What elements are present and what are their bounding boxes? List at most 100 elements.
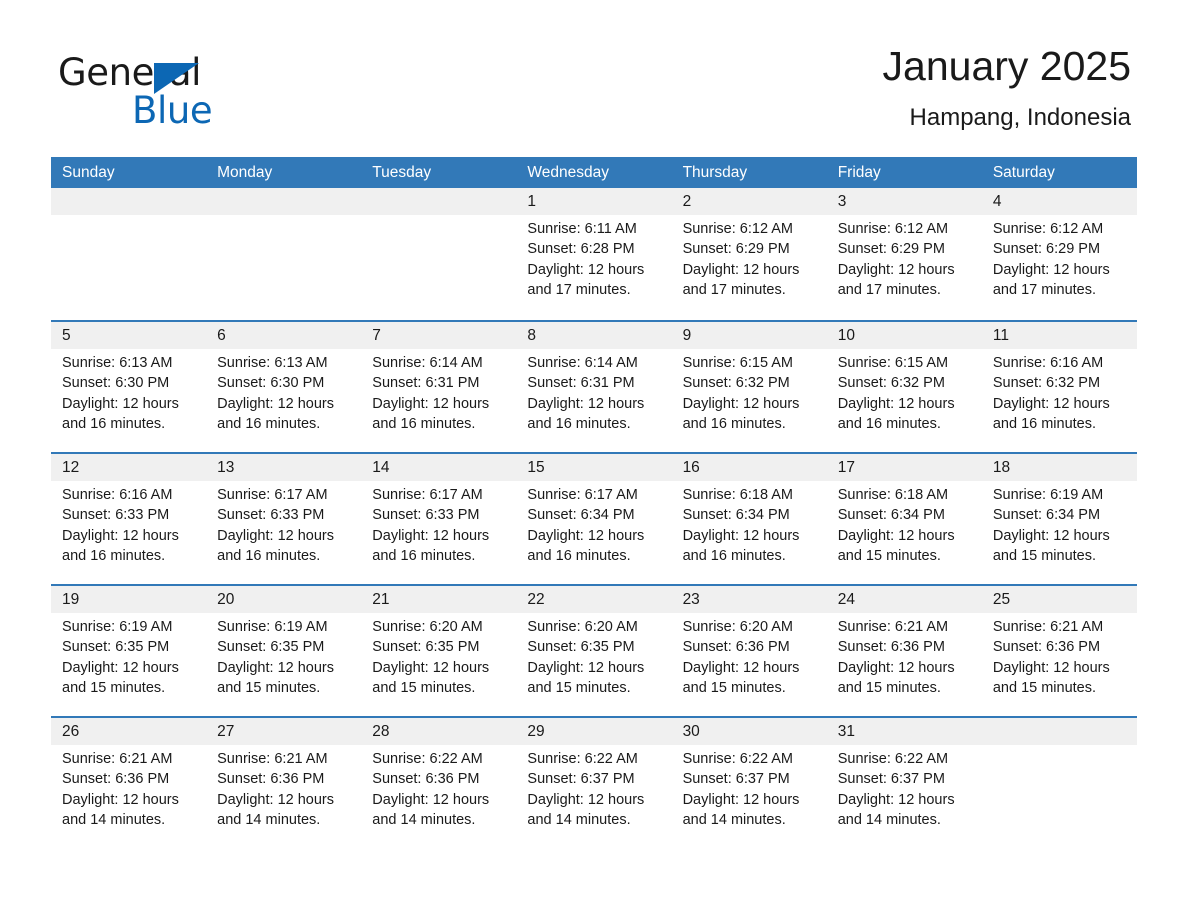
day-number: 1 (527, 193, 537, 210)
day-sun-info: Sunrise: 6:16 AM Sunset: 6:33 PM Dayligh… (62, 487, 179, 564)
day-sun-info: Sunrise: 6:18 AM Sunset: 6:34 PM Dayligh… (682, 487, 800, 564)
calendar-day-cell[interactable]: 23 Sunrise: 6:20 AM Sunset: 6:36 PM Dayli… (672, 586, 827, 716)
calendar-day-cell[interactable]: 2 Sunrise: 6:12 AM Sunset: 6:29 PM Daylig… (672, 188, 827, 320)
day-sun-info: Sunrise: 6:22 AM Sunset: 6:37 PM Dayligh… (682, 751, 800, 828)
day-number: 24 (837, 591, 855, 608)
day-number: 2 (682, 193, 692, 210)
weekday-header-thursday: Thursday (682, 164, 748, 181)
day-sun-info: Sunrise: 6:15 AM Sunset: 6:32 PM Dayligh… (837, 355, 955, 432)
day-number: 16 (682, 459, 700, 476)
day-sun-info: Sunrise: 6:11 AM Sunset: 6:28 PM Dayligh… (527, 221, 645, 298)
calendar-day-cell[interactable]: 18 Sunrise: 6:19 AM Sunset: 6:34 PM Dayli… (982, 454, 1137, 584)
calendar-day-cell[interactable]: 8 Sunrise: 6:14 AM Sunset: 6:31 PM Daylig… (516, 322, 671, 452)
calendar-day-cell[interactable]: 7 Sunrise: 6:14 AM Sunset: 6:31 PM Daylig… (361, 322, 516, 452)
calendar-page: General Blue January 2025 Hampang, Indon… (0, 0, 1188, 918)
calendar-day-cell[interactable]: 16 Sunrise: 6:18 AM Sunset: 6:34 PM Dayli… (672, 454, 827, 584)
day-number: 12 (62, 459, 80, 476)
day-sun-info: Sunrise: 6:17 AM Sunset: 6:33 PM Dayligh… (372, 487, 490, 564)
weekday-header-tuesday: Tuesday (372, 164, 432, 181)
day-number: 6 (217, 327, 226, 344)
day-sun-info: Sunrise: 6:19 AM Sunset: 6:34 PM Dayligh… (992, 487, 1110, 564)
general-blue-logo[interactable]: General Blue (58, 52, 318, 142)
weekday-header-saturday: Saturday (992, 164, 1055, 181)
day-sun-info: Sunrise: 6:21 AM Sunset: 6:36 PM Dayligh… (837, 619, 955, 696)
calendar-grid: Sunday Monday Tuesday Wednesday Thursday Frid… (51, 157, 1137, 848)
calendar-day-cell[interactable]: 12 Sunrise: 6:16 AM Sunset: 6:33 PM Dayli… (51, 454, 206, 584)
day-sun-info: Sunrise: 6:22 AM Sunset: 6:36 PM Dayligh… (372, 751, 490, 828)
calendar-week-row: 5 Sunrise: 6:13 AM Sunset: 6:30 PM Daylig… (51, 320, 1137, 452)
weekday-header-friday: Friday (837, 164, 881, 181)
day-number: 3 (837, 193, 847, 210)
day-number: 21 (372, 591, 390, 608)
calendar-day-cell[interactable]: 29 Sunrise: 6:22 AM Sunset: 6:37 PM Dayli… (516, 718, 671, 848)
calendar-day-cell-empty (982, 718, 1137, 848)
day-sun-info: Sunrise: 6:12 AM Sunset: 6:29 PM Dayligh… (682, 221, 800, 298)
calendar-day-cell[interactable]: 1 Sunrise: 6:11 AM Sunset: 6:28 PM Daylig… (516, 188, 671, 320)
day-sun-info: Sunrise: 6:22 AM Sunset: 6:37 PM Dayligh… (837, 751, 955, 828)
day-number: 28 (372, 723, 390, 740)
day-number: 4 (992, 193, 1002, 210)
day-sun-info: Sunrise: 6:20 AM Sunset: 6:35 PM Dayligh… (372, 619, 490, 696)
calendar-day-cell[interactable]: 5 Sunrise: 6:13 AM Sunset: 6:30 PM Daylig… (51, 322, 206, 452)
calendar-week-row: 26 Sunrise: 6:21 AM Sunset: 6:36 PM Dayli… (51, 716, 1137, 848)
day-sun-info: Sunrise: 6:18 AM Sunset: 6:34 PM Dayligh… (837, 487, 955, 564)
calendar-weeks: 1 Sunrise: 6:11 AM Sunset: 6:28 PM Daylig… (51, 188, 1137, 848)
day-number: 29 (527, 723, 545, 740)
calendar-day-cell[interactable]: 14 Sunrise: 6:17 AM Sunset: 6:33 PM Dayli… (361, 454, 516, 584)
calendar-week-row: 12 Sunrise: 6:16 AM Sunset: 6:33 PM Dayli… (51, 452, 1137, 584)
calendar-day-cell[interactable]: 20 Sunrise: 6:19 AM Sunset: 6:35 PM Dayli… (206, 586, 361, 716)
calendar-day-cell-empty (206, 188, 361, 320)
weekday-header-row: Sunday Monday Tuesday Wednesday Thursday Frid… (51, 157, 1137, 188)
calendar-day-cell[interactable]: 10 Sunrise: 6:15 AM Sunset: 6:32 PM Dayli… (827, 322, 982, 452)
day-number: 30 (682, 723, 700, 740)
calendar-day-cell-empty (361, 188, 516, 320)
day-sun-info: Sunrise: 6:12 AM Sunset: 6:29 PM Dayligh… (837, 221, 955, 298)
day-sun-info: Sunrise: 6:13 AM Sunset: 6:30 PM Dayligh… (217, 355, 335, 432)
weekday-header-wednesday: Wednesday (527, 164, 609, 181)
calendar-day-cell[interactable]: 27 Sunrise: 6:21 AM Sunset: 6:36 PM Dayli… (206, 718, 361, 848)
day-number: 8 (527, 327, 537, 344)
calendar-day-cell[interactable]: 28 Sunrise: 6:22 AM Sunset: 6:36 PM Dayli… (361, 718, 516, 848)
day-sun-info: Sunrise: 6:21 AM Sunset: 6:36 PM Dayligh… (992, 619, 1110, 696)
day-number: 25 (992, 591, 1011, 608)
day-sun-info: Sunrise: 6:20 AM Sunset: 6:36 PM Dayligh… (682, 619, 800, 696)
page-title: January 2025 (882, 43, 1131, 89)
calendar-day-cell[interactable]: 6 Sunrise: 6:13 AM Sunset: 6:30 PM Daylig… (206, 322, 361, 452)
day-number: 20 (217, 591, 235, 608)
day-number: 26 (62, 723, 80, 740)
calendar-day-cell[interactable]: 3 Sunrise: 6:12 AM Sunset: 6:29 PM Daylig… (827, 188, 982, 320)
calendar-day-cell[interactable]: 19 Sunrise: 6:19 AM Sunset: 6:35 PM Dayli… (51, 586, 206, 716)
weekday-header-monday: Monday (217, 164, 273, 181)
calendar-day-cell[interactable]: 4 Sunrise: 6:12 AM Sunset: 6:29 PM Daylig… (982, 188, 1137, 320)
calendar-day-cell[interactable]: 26 Sunrise: 6:21 AM Sunset: 6:36 PM Dayli… (51, 718, 206, 848)
logo-text-blue: Blue (132, 89, 213, 132)
calendar-day-cell[interactable]: 22 Sunrise: 6:20 AM Sunset: 6:35 PM Dayli… (516, 586, 671, 716)
day-number: 15 (527, 459, 545, 476)
day-number: 17 (837, 459, 855, 476)
day-number: 31 (837, 723, 855, 740)
calendar-week-row: 1 Sunrise: 6:11 AM Sunset: 6:28 PM Daylig… (51, 188, 1137, 320)
day-sun-info: Sunrise: 6:21 AM Sunset: 6:36 PM Dayligh… (62, 751, 179, 828)
calendar-day-cell[interactable]: 13 Sunrise: 6:17 AM Sunset: 6:33 PM Dayli… (206, 454, 361, 584)
page-header: General Blue January 2025 Hampang, Indon… (51, 40, 1137, 150)
calendar-day-cell[interactable]: 30 Sunrise: 6:22 AM Sunset: 6:37 PM Dayli… (672, 718, 827, 848)
day-sun-info: Sunrise: 6:20 AM Sunset: 6:35 PM Dayligh… (527, 619, 645, 696)
day-sun-info: Sunrise: 6:19 AM Sunset: 6:35 PM Dayligh… (217, 619, 335, 696)
calendar-day-cell[interactable]: 31 Sunrise: 6:22 AM Sunset: 6:37 PM Dayli… (827, 718, 982, 848)
calendar-day-cell[interactable]: 11 Sunrise: 6:16 AM Sunset: 6:32 PM Dayli… (982, 322, 1137, 452)
calendar-day-cell[interactable]: 17 Sunrise: 6:18 AM Sunset: 6:34 PM Dayli… (827, 454, 982, 584)
day-sun-info: Sunrise: 6:16 AM Sunset: 6:32 PM Dayligh… (992, 355, 1110, 432)
day-sun-info: Sunrise: 6:12 AM Sunset: 6:29 PM Dayligh… (992, 221, 1110, 298)
day-sun-info: Sunrise: 6:17 AM Sunset: 6:34 PM Dayligh… (527, 487, 645, 564)
calendar-day-cell[interactable]: 9 Sunrise: 6:15 AM Sunset: 6:32 PM Daylig… (672, 322, 827, 452)
day-number: 11 (992, 327, 1009, 344)
calendar-day-cell[interactable]: 15 Sunrise: 6:17 AM Sunset: 6:34 PM Dayli… (516, 454, 671, 584)
calendar-day-cell[interactable]: 25 Sunrise: 6:21 AM Sunset: 6:36 PM Dayli… (982, 586, 1137, 716)
calendar-day-cell[interactable]: 24 Sunrise: 6:21 AM Sunset: 6:36 PM Dayli… (827, 586, 982, 716)
day-sun-info: Sunrise: 6:17 AM Sunset: 6:33 PM Dayligh… (217, 487, 335, 564)
calendar-day-cell[interactable]: 21 Sunrise: 6:20 AM Sunset: 6:35 PM Dayli… (361, 586, 516, 716)
day-number: 14 (372, 459, 390, 476)
day-number: 10 (837, 327, 855, 344)
day-number: 7 (372, 327, 381, 344)
page-subtitle: Hampang, Indonesia (909, 104, 1131, 131)
